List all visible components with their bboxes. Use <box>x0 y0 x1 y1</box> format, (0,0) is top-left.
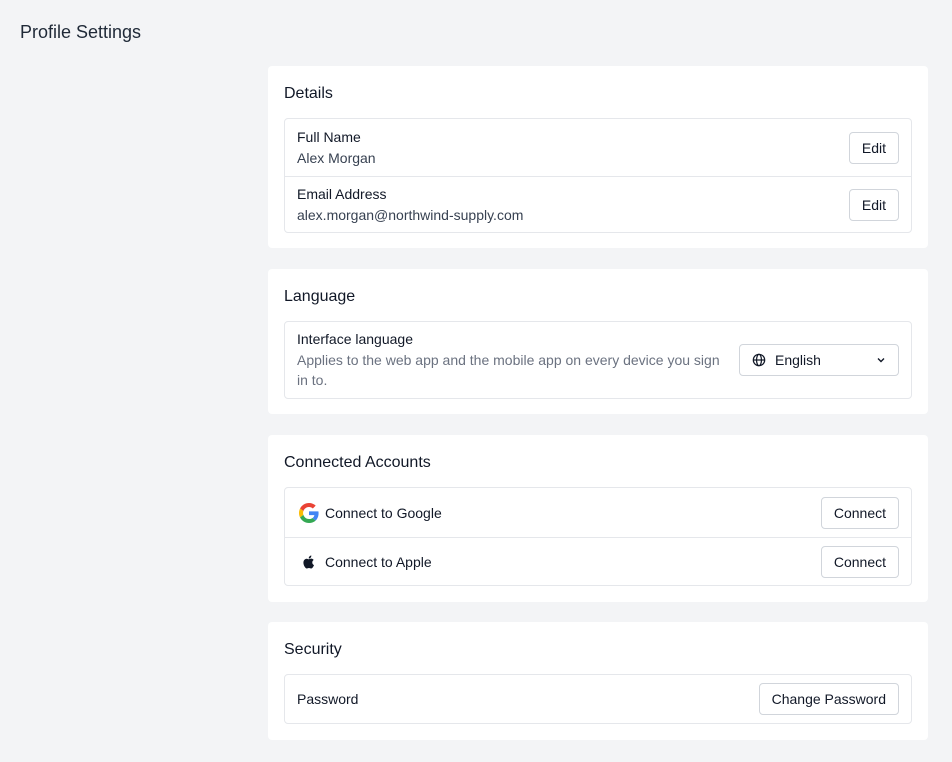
details-card: Details Full Name Alex Morgan Edit Email… <box>268 66 928 248</box>
apple-account-label: Connect to Apple <box>325 553 432 570</box>
connected-accounts-card: Connected Accounts Connect to Google Con… <box>268 435 928 602</box>
language-select[interactable]: English <box>739 344 899 376</box>
language-card: Language Interface language Applies to t… <box>268 269 928 414</box>
language-list: Interface language Applies to the web ap… <box>284 321 912 399</box>
security-card: Security Password Change Password <box>268 622 928 740</box>
change-password-button[interactable]: Change Password <box>758 683 899 715</box>
edit-email-button[interactable]: Edit <box>848 188 899 221</box>
google-account-label: Connect to Google <box>325 504 442 521</box>
apple-icon <box>299 552 319 572</box>
globe-icon <box>752 353 766 367</box>
details-title: Details <box>284 85 333 102</box>
password-label: Password <box>297 691 359 707</box>
full-name-value: Alex Morgan <box>297 149 376 166</box>
connect-google-button[interactable]: Connect <box>820 496 899 529</box>
google-icon <box>299 502 319 523</box>
chevron-down-icon <box>876 355 886 365</box>
full-name-label: Full Name <box>297 128 361 145</box>
language-title: Language <box>284 288 356 305</box>
language-select-value: English <box>775 352 821 368</box>
interface-language-description: Applies to the web app and the mobile ap… <box>297 352 720 388</box>
email-label: Email Address <box>297 185 387 202</box>
full-name-row: Full Name Alex Morgan Edit <box>285 119 911 176</box>
google-account-row: Connect to Google Connect <box>285 488 911 537</box>
email-value: alex.morgan@northwind-supply.com <box>297 206 524 223</box>
connect-apple-button[interactable]: Connect <box>820 545 899 578</box>
email-row: Email Address alex.morgan@northwind-supp… <box>285 176 911 232</box>
connected-accounts-list: Connect to Google Connect Connect to App… <box>284 487 912 586</box>
security-list: Password Change Password <box>284 674 912 724</box>
page-title: Profile Settings <box>20 22 142 42</box>
apple-account-row: Connect to Apple Connect <box>285 537 911 585</box>
edit-full-name-button[interactable]: Edit <box>848 131 899 164</box>
details-list: Full Name Alex Morgan Edit Email Address… <box>284 118 912 233</box>
connected-accounts-title: Connected Accounts <box>284 454 431 471</box>
interface-language-label: Interface language <box>297 331 413 347</box>
password-row: Password Change Password <box>285 675 911 723</box>
interface-language-row: Interface language Applies to the web ap… <box>285 322 911 398</box>
security-title: Security <box>284 641 342 658</box>
